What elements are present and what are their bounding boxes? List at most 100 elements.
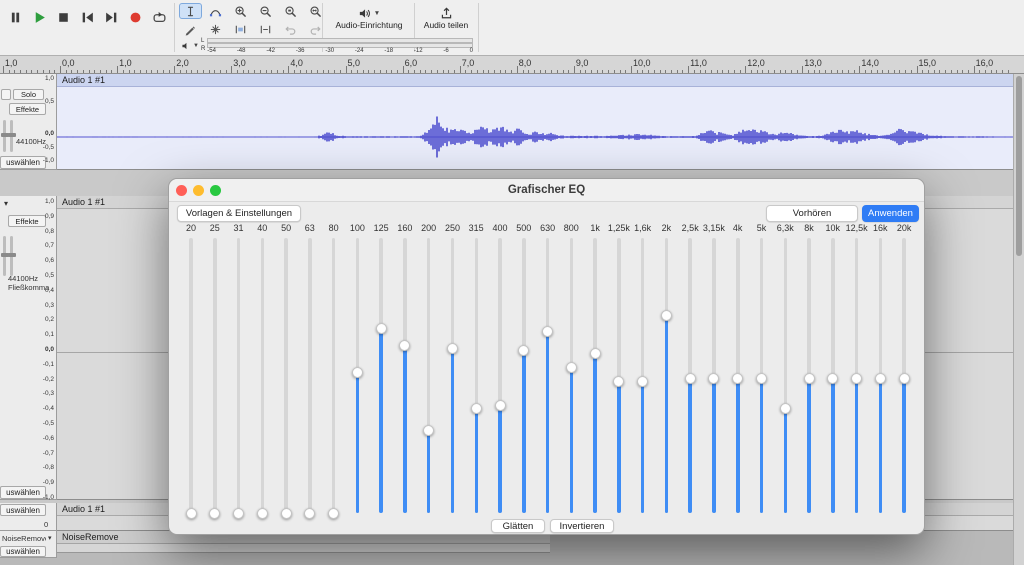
- eq-slider-track-25[interactable]: [213, 238, 217, 513]
- eq-freq-label: 20: [185, 223, 197, 233]
- selection-tool-button[interactable]: [179, 3, 202, 19]
- eq-slider-fill: [759, 378, 764, 514]
- ruler-label: -0,1: [42, 360, 54, 368]
- eq-slider-fill: [831, 378, 835, 514]
- timeline-tick: [516, 66, 518, 73]
- track-menu-arrow-icon[interactable]: ▾: [48, 534, 52, 542]
- ruler-label: -0,5: [42, 420, 54, 427]
- draw-tool-button[interactable]: [179, 21, 202, 37]
- eq-slider-handle-315[interactable]: [470, 403, 482, 414]
- eq-slider-handle-630[interactable]: [542, 326, 554, 337]
- eq-slider-handle-20k[interactable]: [898, 372, 910, 384]
- timeline-tick: [671, 70, 672, 73]
- record-button[interactable]: [124, 4, 147, 31]
- timeline-tick: [739, 70, 741, 73]
- timeline-tick: [374, 70, 375, 73]
- pause-button[interactable]: [4, 4, 27, 31]
- eq-slider-handle-4k[interactable]: [732, 372, 744, 384]
- select-button[interactable]: uswählen: [0, 546, 46, 557]
- zoom-in-tool-button[interactable]: [229, 3, 252, 19]
- eq-freq-label: 630: [540, 223, 556, 233]
- timeline-tick: [391, 70, 393, 73]
- eq-slider-handle-3,15k[interactable]: [708, 372, 720, 384]
- eq-slider-handle-25[interactable]: [209, 507, 221, 519]
- scrollbar-thumb[interactable]: [1016, 76, 1022, 256]
- timeline-tick: [945, 70, 946, 73]
- eq-slider-handle-1,6k[interactable]: [637, 375, 649, 387]
- timeline-tick: [790, 70, 792, 73]
- envelope-tool-button[interactable]: [204, 3, 227, 19]
- zoom-selection-tool-button[interactable]: [279, 3, 302, 19]
- track1-clip-title[interactable]: Audio 1 #1: [57, 74, 1013, 87]
- silence-audio-tool-button[interactable]: [254, 21, 277, 37]
- eq-slider-handle-31[interactable]: [233, 507, 244, 519]
- eq-slider-track-63[interactable]: [308, 238, 312, 513]
- trim-audio-tool-button[interactable]: [229, 21, 252, 37]
- eq-freq-label: 25: [209, 223, 220, 233]
- track4-panel: NoiseRemove ▾ uswählen: [0, 531, 57, 558]
- share-audio-button[interactable]: Audio teilen: [417, 3, 475, 34]
- skip-start-button[interactable]: [76, 4, 99, 31]
- eq-slider-handle-80[interactable]: [328, 507, 340, 519]
- eq-slider-handle-2k[interactable]: [660, 309, 672, 321]
- timeline-tick: [511, 70, 513, 73]
- multi-tool-tool-button[interactable]: [204, 21, 227, 37]
- eq-slider-fill: [569, 367, 574, 514]
- track1-waveform-area[interactable]: [57, 87, 1013, 170]
- audio-setup-button[interactable]: ▼ Audio-Einrichtung: [327, 3, 411, 34]
- eq-slider-handle-20[interactable]: [185, 507, 197, 519]
- play-button[interactable]: [28, 4, 51, 31]
- timeline-tick: [996, 70, 998, 73]
- eq-slider-handle-400[interactable]: [494, 400, 506, 412]
- timeline-tick: [876, 70, 878, 73]
- eq-slider-track-40[interactable]: [260, 238, 265, 513]
- eq-slider-handle-16k[interactable]: [874, 372, 886, 384]
- timeline-tick: [454, 70, 455, 73]
- timeline-tick: [613, 70, 615, 73]
- timeline-tick: [82, 70, 84, 73]
- eq-slider-handle-250[interactable]: [447, 342, 458, 354]
- zoom-fit-tool-button[interactable]: [304, 3, 327, 19]
- eq-slider-handle-200[interactable]: [423, 425, 435, 436]
- eq-slider-handle-12,5k[interactable]: [851, 372, 863, 384]
- eq-slider-handle-160[interactable]: [399, 339, 411, 351]
- eq-slider-handle-800[interactable]: [565, 361, 577, 373]
- redo-tool-button[interactable]: [304, 21, 327, 37]
- eq-freq-label: 8k: [804, 223, 814, 233]
- invert-button[interactable]: Invertieren: [550, 519, 614, 533]
- select-button[interactable]: uswählen: [0, 504, 46, 516]
- timeline-tick: [305, 70, 307, 73]
- eq-slider-handle-1,25k[interactable]: [613, 375, 625, 387]
- zoom-out-tool-button[interactable]: [254, 3, 277, 19]
- eq-slider-track-20[interactable]: [189, 238, 193, 513]
- eq-slider-handle-6,3k[interactable]: [779, 403, 791, 414]
- loop-button[interactable]: [148, 4, 171, 31]
- playback-meter[interactable]: ▼ L R -54 -48 -42 -36 -30 -24 -18 -12 -6 0: [181, 37, 473, 54]
- eq-slider-track-50[interactable]: [284, 238, 288, 513]
- eq-slider-handle-500[interactable]: [518, 345, 530, 357]
- eq-slider-track-31[interactable]: [236, 238, 241, 513]
- timeline-tick: [31, 70, 33, 73]
- track3-panel: uswählen 0: [0, 503, 57, 531]
- smooth-button[interactable]: Glätten: [491, 519, 545, 533]
- eq-slider-handle-100[interactable]: [351, 367, 363, 379]
- eq-slider-handle-5k[interactable]: [756, 372, 767, 384]
- undo-tool-button[interactable]: [279, 21, 302, 37]
- eq-slider-handle-40[interactable]: [256, 507, 268, 519]
- eq-slider-handle-63[interactable]: [304, 507, 316, 519]
- eq-slider-handle-1k[interactable]: [589, 348, 601, 359]
- eq-slider-handle-8k[interactable]: [803, 372, 815, 384]
- timeline-label: 6,0: [404, 58, 418, 68]
- skip-end-button[interactable]: [100, 4, 123, 31]
- eq-slider-handle-10k[interactable]: [827, 372, 839, 384]
- vertical-scrollbar[interactable]: [1013, 74, 1024, 565]
- timeline-tick: [602, 70, 604, 73]
- eq-slider-track-80[interactable]: [331, 238, 336, 513]
- stop-button[interactable]: [52, 4, 75, 31]
- timeline-ruler[interactable]: 1,0 0,0 1,0 2,0 3,0 4,0 5,0 6,0 7,0 8,0 9,0 10,0 11,…: [0, 56, 1024, 74]
- timeline-tick: [533, 70, 535, 73]
- eq-slider-handle-2,5k[interactable]: [684, 372, 696, 384]
- track4-audio-area[interactable]: [57, 544, 550, 553]
- eq-slider-handle-125[interactable]: [375, 323, 387, 335]
- eq-slider-handle-50[interactable]: [280, 507, 292, 519]
